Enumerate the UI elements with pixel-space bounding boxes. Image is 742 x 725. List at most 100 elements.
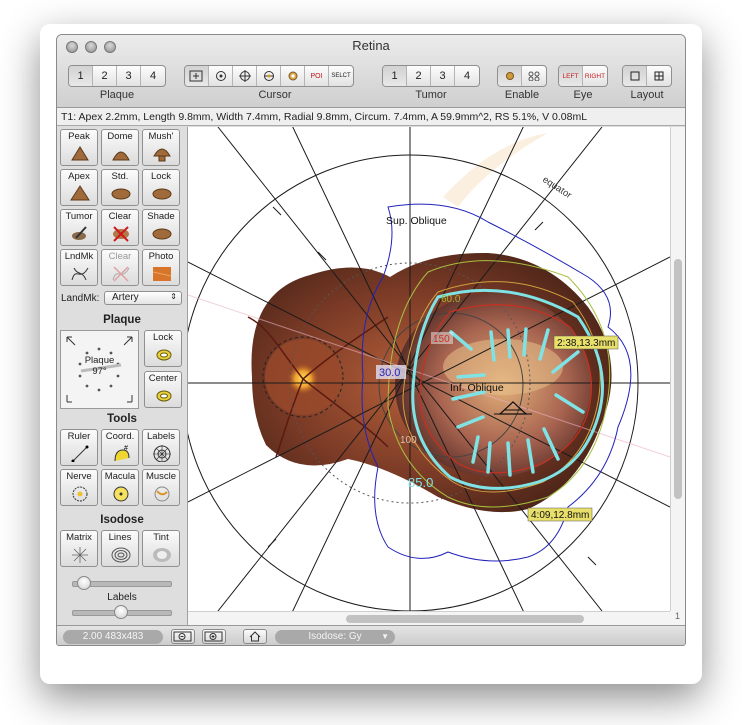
coord-tag-1-text: 2:38,13.3mm (557, 338, 615, 349)
plaque-selector: 1 2 3 4 (68, 65, 166, 87)
isodose-opacity-knob[interactable] (77, 576, 91, 590)
eye-selector: LEFT RIGHT (558, 65, 608, 87)
plaque-2-button[interactable]: 2 (93, 66, 117, 86)
eye-right-button[interactable]: RIGHT (583, 66, 607, 86)
tumor-1-button[interactable]: 1 (383, 66, 407, 86)
window-title: Retina (352, 38, 390, 53)
cursor-target-icon[interactable] (257, 66, 281, 86)
nerve-button[interactable]: Nerve (60, 469, 98, 506)
dome-shape-button[interactable]: Dome (101, 129, 139, 166)
lock-shape-icon (152, 188, 172, 200)
photo-icon (152, 267, 172, 281)
zoom-out-icon (173, 631, 192, 642)
lines-icon (111, 547, 131, 563)
photo-button[interactable]: Photo (142, 249, 180, 286)
zoom-in-button[interactable] (202, 629, 226, 644)
cursor-select-button[interactable]: SELCT (329, 66, 353, 86)
dome-icon (112, 151, 130, 161)
fundus-diagram[interactable]: Sup. Oblique Inf. Oblique equator 60.0 1… (188, 127, 670, 611)
layout-group-label: Layout (630, 89, 664, 101)
plaque-preview[interactable]: Plaque 97° (60, 330, 139, 409)
title-bar: Retina 1 2 3 4 Plaque POI SELCT Cursor 1… (57, 35, 685, 108)
layout-selector (622, 65, 672, 87)
isodose-100-label: 100 (400, 435, 417, 446)
ruler-button[interactable]: Ruler (60, 429, 98, 466)
bottom-bar: 2.00 483x483 Isodose: Gy ▼ (57, 625, 685, 645)
zoom-in-icon (204, 631, 223, 642)
stepper-icon: ⇕ (170, 292, 177, 301)
enable-group-label: Enable (504, 89, 540, 101)
layout-grid-icon[interactable] (647, 66, 671, 86)
shade-button[interactable]: Shade (142, 209, 180, 246)
labels-size-knob[interactable] (114, 605, 128, 619)
lines-button[interactable]: Lines (101, 530, 139, 567)
cursor-poi-button[interactable]: POI (305, 66, 329, 86)
plaque-center-icon (156, 390, 172, 402)
plaque-1-button[interactable]: 1 (69, 66, 93, 86)
coord-tag-2-text: 4:09,12.8mm (531, 510, 589, 521)
tool-sidebar: Peak Dome Mush' Apex Std. Lock Tumor Cle… (57, 127, 188, 625)
cursor-move-icon[interactable] (185, 66, 209, 86)
landmark-icon (71, 267, 89, 281)
layout-single-icon[interactable] (623, 66, 647, 86)
coordinates-button[interactable]: Coord. # (101, 429, 139, 466)
tools-section-title: Tools (107, 413, 137, 425)
retina-window: Retina 1 2 3 4 Plaque POI SELCT Cursor 1… (56, 34, 686, 646)
clear-landmark-button[interactable]: Clear (101, 249, 139, 286)
cursor-gear-icon[interactable] (281, 66, 305, 86)
zoom-readout: 2.00 483x483 (63, 630, 163, 644)
clear-icon (113, 226, 129, 242)
home-icon (249, 631, 261, 642)
cursor-selector: POI SELCT (184, 65, 354, 87)
plaque-preview-name: Plaque (84, 355, 115, 366)
muscle-icon (154, 486, 170, 502)
plaque-lock-button[interactable]: Lock (144, 330, 182, 367)
plaque-section-title: Plaque (103, 314, 141, 326)
landmark-type-select[interactable]: Artery ⇕ (104, 291, 182, 305)
macula-button[interactable]: Macula (101, 469, 139, 506)
enable-multi-icon[interactable] (522, 66, 546, 86)
tumor-2-button[interactable]: 2 (407, 66, 431, 86)
standard-button[interactable]: Std. (101, 169, 139, 206)
clear-tumor-button[interactable]: Clear (101, 209, 139, 246)
enable-single-icon[interactable] (498, 66, 522, 86)
sup-oblique-label: Sup. Oblique (386, 215, 447, 227)
home-button[interactable] (243, 629, 267, 644)
dropdown-arrow-icon: ▼ (381, 632, 389, 641)
tumor-draw-button[interactable]: Tumor (60, 209, 98, 246)
landmark-button[interactable]: LndMk (60, 249, 98, 286)
plaque-center-button[interactable]: Center (144, 371, 182, 408)
mushroom-shape-button[interactable]: Mush' (142, 129, 180, 166)
tint-button[interactable]: Tint (142, 530, 180, 567)
svg-text:#: # (124, 445, 128, 452)
tumor-3-button[interactable]: 3 (431, 66, 455, 86)
vertical-scrollbar[interactable] (670, 127, 685, 611)
plaque-3-button[interactable]: 3 (117, 66, 141, 86)
vertical-scroll-thumb[interactable] (674, 259, 682, 499)
eye-left-button[interactable]: LEFT (559, 66, 583, 86)
horizontal-scroll-thumb[interactable] (346, 615, 584, 623)
muscle-button[interactable]: Muscle (142, 469, 180, 506)
cursor-crosshair-icon[interactable] (233, 66, 257, 86)
peak-shape-button[interactable]: Peak (60, 129, 98, 166)
matrix-button[interactable]: Matrix (60, 530, 98, 567)
tumor-4-button[interactable]: 4 (455, 66, 479, 86)
isodose-unit-popup[interactable]: Isodose: Gy ▼ (275, 630, 395, 644)
cursor-rotate-icon[interactable] (209, 66, 233, 86)
horizontal-scrollbar[interactable] (188, 611, 670, 626)
apex-button[interactable]: Apex (60, 169, 98, 206)
equator-label: equator (540, 174, 573, 201)
lock-shape-button[interactable]: Lock (142, 169, 180, 206)
inf-oblique-label: Inf. Oblique (450, 382, 504, 394)
ruler-icon (71, 445, 89, 462)
plaque-4-button[interactable]: 4 (141, 66, 165, 86)
isodose-30-label: 30.0 (379, 367, 400, 379)
mushroom-icon (153, 148, 171, 162)
standard-icon (111, 188, 131, 200)
labels-icon (153, 445, 171, 462)
scroll-corner: 1 (670, 611, 685, 625)
isodose-85-label: 85.0 (408, 475, 433, 490)
zoom-out-button[interactable] (171, 629, 195, 644)
labels-button[interactable]: Labels (142, 429, 180, 466)
cursor-group-label: Cursor (258, 89, 292, 101)
